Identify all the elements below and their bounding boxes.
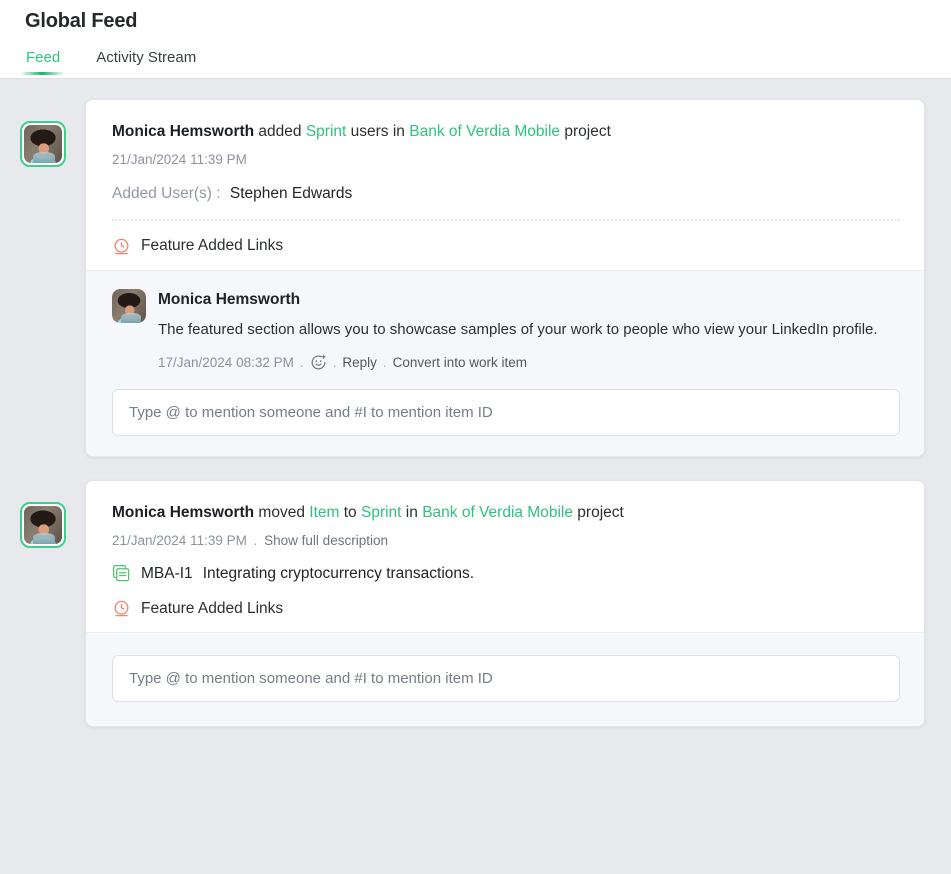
feature-row: Feature Added Links [112,237,900,256]
feed-card: Monica Hemsworth moved Item to Sprint in… [85,480,925,728]
activity-verb: added [258,123,302,140]
comment-avatar[interactable] [112,288,146,323]
comment-main: Monica Hemsworth The featured section al… [158,289,900,372]
comment-input[interactable] [112,389,900,437]
clock-icon [112,599,131,618]
comment: Monica Hemsworth The featured section al… [112,288,900,372]
activity-verb: moved [258,504,305,522]
meta-separator-1: . [299,355,304,371]
activity-middle-2: in [405,504,418,522]
activity-project[interactable]: Bank of Verdia Mobile [422,504,573,521]
section-divider [112,218,900,221]
comment-timestamp: 17/Jan/2024 08:32 PM [158,355,294,371]
page-title: Global Feed [25,10,138,32]
comment-avatar-photo [112,288,146,323]
page-header: Global Feed Feed Activity Stream [0,0,951,79]
comment-input-area [86,632,924,727]
activity-object[interactable]: Sprint [306,123,347,140]
feed-item: Monica Hemsworth moved Item to Sprint in… [0,480,951,728]
activity-actor[interactable]: Monica Hemsworth [112,504,254,521]
activity-headline: Monica Hemsworth moved Item to Sprint in… [112,503,900,524]
activity-headline: Monica Hemsworth added Sprint users in B… [112,122,900,143]
comment-text: The featured section allows you to showc… [158,320,878,338]
work-item-row[interactable]: MBA-I1 Integrating cryptocurrency transa… [112,564,900,583]
avatar-photo [23,506,62,545]
activity-project[interactable]: Bank of Verdia Mobile [409,123,560,140]
avatar-photo [23,125,62,163]
avatar-column [0,480,85,549]
convert-to-work-item-button[interactable]: Convert into work item [393,355,527,370]
feature-label: Feature Added Links [141,237,284,255]
activity-suffix: project [577,504,624,522]
comment-input[interactable] [112,655,900,703]
comment-meta: 17/Jan/2024 08:32 PM . . Reply . Convert… [158,354,900,371]
feature-row: Feature Added Links [112,599,900,618]
activity-timestamp: 21/Jan/2024 11:39 PM [112,151,247,167]
comment-block: Monica Hemsworth The featured section al… [86,269,924,457]
activity-middle: to [343,504,357,522]
feed-card-body: Monica Hemsworth added Sprint users in B… [86,100,924,270]
work-item-title[interactable]: Integrating cryptocurrency transactions. [203,565,474,583]
activity-middle: users in [350,123,405,140]
feed-list[interactable]: Monica Hemsworth added Sprint users in B… [0,79,951,874]
activity-actor[interactable]: Monica Hemsworth [112,123,254,140]
show-full-description-button[interactable]: Show full description [264,533,388,548]
layers-icon [112,564,131,583]
work-item-id[interactable]: MBA-I1 [141,565,193,583]
meta-separator-3: . [382,355,387,371]
timestamp-separator: . [253,533,258,549]
tab-activity-stream[interactable]: Activity Stream [92,45,200,74]
feed-item: Monica Hemsworth added Sprint users in B… [0,99,951,458]
avatar-column [0,99,85,167]
activity-suffix: project [564,123,611,140]
activity-timestamp-row: 21/Jan/2024 11:39 PM . Show full descrip… [112,533,900,548]
clock-icon [112,237,131,256]
reply-button[interactable]: Reply [342,355,377,370]
feature-label: Feature Added Links [141,599,284,617]
comment-author[interactable]: Monica Hemsworth [158,291,900,309]
feed-card-body: Monica Hemsworth moved Item to Sprint in… [86,481,924,632]
added-users-value: Stephen Edwards [229,184,353,202]
avatar[interactable] [19,502,66,549]
feed-card: Monica Hemsworth added Sprint users in B… [85,99,925,458]
activity-object[interactable]: Item [309,504,339,521]
activity-object-2[interactable]: Sprint [361,504,402,521]
added-users-label: Added User(s) : [112,184,221,202]
added-users-row: Added User(s) : Stephen Edwards [112,185,900,203]
tab-bar: Feed Activity Stream [0,45,951,75]
meta-separator-2: . [332,355,337,371]
activity-timestamp: 21/Jan/2024 11:39 PM [112,533,247,549]
avatar[interactable] [19,121,66,167]
add-reaction-icon[interactable] [310,354,327,371]
tab-feed[interactable]: Feed [22,45,65,75]
